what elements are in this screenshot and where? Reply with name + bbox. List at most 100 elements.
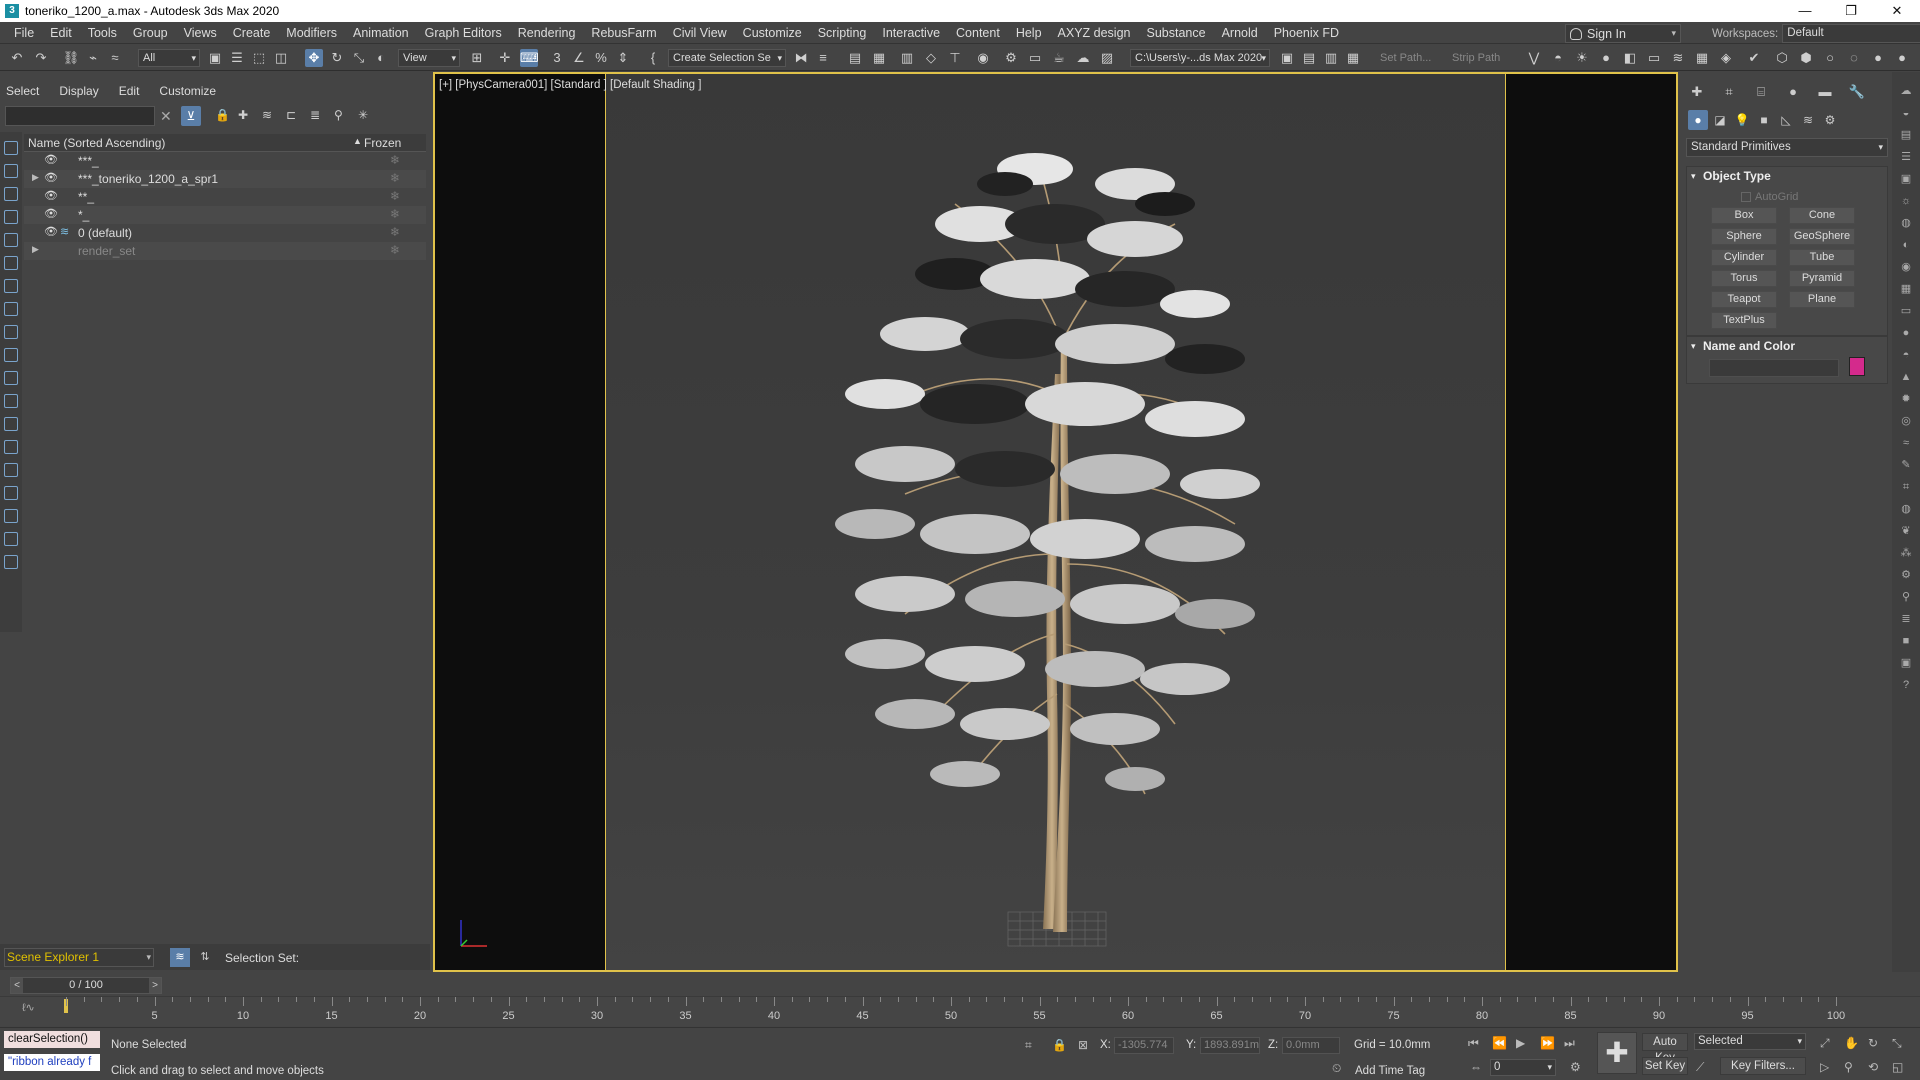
viewport[interactable]: [+] [PhysCamera001] [Standard ] [Default…: [433, 72, 1678, 972]
sort-by-hierarchy-icon[interactable]: ⊏: [286, 108, 296, 122]
maxscript-listener-input[interactable]: clearSelection(): [4, 1031, 100, 1048]
window-crossing-icon[interactable]: ◫: [272, 49, 290, 67]
menu-substance[interactable]: Substance: [1139, 26, 1214, 40]
x-coordinate-field[interactable]: -1305.774: [1114, 1037, 1174, 1054]
vray-sphere-icon[interactable]: ●: [1597, 49, 1615, 67]
orbit-camera-icon[interactable]: ⟲: [1868, 1060, 1878, 1074]
leaf-icon[interactable]: ❦: [1899, 524, 1913, 538]
time-config-icon[interactable]: ⚙: [1570, 1060, 1581, 1074]
minimize-icon[interactable]: —: [1782, 0, 1828, 22]
edit-named-selection-icon[interactable]: {: [644, 49, 662, 67]
menu-interactive[interactable]: Interactive: [874, 26, 948, 40]
eye-icon[interactable]: 👁: [44, 171, 58, 184]
display-none-icon[interactable]: [4, 463, 18, 477]
display-containers-icon[interactable]: [4, 348, 18, 362]
redo-icon[interactable]: ↷: [32, 49, 50, 67]
pan-view-icon[interactable]: ✋: [1844, 1036, 1859, 1050]
absolute-mode-icon[interactable]: ⊠: [1078, 1038, 1088, 1052]
vray-mtl-icon[interactable]: ◈: [1717, 49, 1735, 67]
percent-snap-icon[interactable]: %: [592, 49, 610, 67]
maximize-toggle-icon[interactable]: ◱: [1892, 1060, 1903, 1074]
menu-rebusfarm[interactable]: RebusFarm: [583, 26, 664, 40]
explorer-row[interactable]: 👁 **_ ❄: [24, 188, 426, 206]
explorer-row[interactable]: ▶ 👁 ***_toneriko_1200_a_spr1 ❄: [24, 170, 426, 188]
render-production-icon[interactable]: ☕: [1050, 49, 1068, 67]
dome-icon[interactable]: ◓: [1899, 348, 1913, 362]
eye-icon[interactable]: 👁: [44, 207, 58, 220]
render-setup-icon[interactable]: ⚙: [1002, 49, 1020, 67]
primitive-category-dropdown[interactable]: Standard Primitives: [1686, 138, 1888, 157]
space-warps-icon[interactable]: ≋: [1798, 110, 1818, 130]
menu-tools[interactable]: Tools: [80, 26, 125, 40]
explorer-row[interactable]: ▶ render_set ❄: [24, 242, 426, 260]
menu-modifiers[interactable]: Modifiers: [278, 26, 345, 40]
selection-lock-icon[interactable]: 🔒: [1052, 1038, 1067, 1052]
display-lights-icon[interactable]: [4, 187, 18, 201]
menu-customize[interactable]: Customize: [735, 26, 810, 40]
vray-mesh-export-icon[interactable]: ▦: [1693, 49, 1711, 67]
key-mode-dropdown[interactable]: Selected: [1694, 1033, 1806, 1050]
torus-button[interactable]: Torus: [1711, 270, 1777, 287]
tag-icon[interactable]: ⌗: [1899, 480, 1913, 494]
sun-icon[interactable]: ✹: [1899, 392, 1913, 406]
maxscript-listener-output[interactable]: "ribbon already f: [4, 1054, 100, 1071]
strip-path-button[interactable]: Strip Path: [1452, 52, 1500, 64]
helpers-icon[interactable]: ◺: [1776, 110, 1796, 130]
textplus-button[interactable]: TextPlus: [1711, 312, 1777, 329]
sort-by-layer-icon[interactable]: ≣: [310, 108, 320, 122]
expand-arrow-icon[interactable]: ▶: [32, 244, 39, 255]
menu-file[interactable]: File: [6, 26, 42, 40]
menu-scripting[interactable]: Scripting: [810, 26, 875, 40]
menu-views[interactable]: Views: [176, 26, 225, 40]
undo-icon[interactable]: ↶: [8, 49, 26, 67]
lock-icon[interactable]: 🔒: [215, 108, 230, 122]
add-time-tag[interactable]: Add Time Tag: [1355, 1065, 1425, 1077]
select-by-name-icon[interactable]: ☰: [228, 49, 246, 67]
help-icon[interactable]: ?: [1899, 678, 1913, 692]
workspace-select[interactable]: Default: [1782, 24, 1920, 43]
plane-icon[interactable]: ▭: [1899, 304, 1913, 318]
sphere-icon[interactable]: ●: [1899, 326, 1913, 340]
clear-search-icon[interactable]: ✕: [160, 108, 172, 125]
material-editor-icon[interactable]: ◉: [974, 49, 992, 67]
filter-icon[interactable]: ⊻: [181, 106, 201, 126]
snowflake-icon[interactable]: ❄: [390, 243, 400, 257]
previous-frame-icon[interactable]: <: [11, 978, 23, 993]
vray-plane-icon[interactable]: ▭: [1645, 49, 1663, 67]
display-cameras-icon[interactable]: [4, 210, 18, 224]
menu-content[interactable]: Content: [948, 26, 1008, 40]
rendered-frame-window-icon[interactable]: ▭: [1026, 49, 1044, 67]
shapes-icon[interactable]: ◪: [1710, 110, 1730, 130]
explorer-row[interactable]: 👁 ≋ 0 (default) ❄: [24, 224, 426, 242]
z-coordinate-field[interactable]: 0.0mm: [1282, 1037, 1340, 1054]
time-slider[interactable]: 0 / 100 < >: [10, 977, 162, 994]
key-filters-button[interactable]: Key Filters...: [1720, 1057, 1806, 1075]
eye-icon[interactable]: 👁: [44, 153, 58, 166]
menu-rendering[interactable]: Rendering: [510, 26, 584, 40]
display-all-icon[interactable]: [4, 440, 18, 454]
menu-animation[interactable]: Animation: [345, 26, 417, 40]
viewport-label[interactable]: [+] [PhysCamera001] [Standard ] [Default…: [439, 79, 701, 91]
snowflake-icon[interactable]: ❄: [390, 153, 400, 167]
plane-button[interactable]: Plane: [1789, 291, 1855, 308]
stack-icon[interactable]: ≣: [1899, 612, 1913, 626]
cone-button[interactable]: Cone: [1789, 207, 1855, 224]
menu-group[interactable]: Group: [125, 26, 176, 40]
track-bar[interactable]: ℓ∿ 5 10 15 20 25 30 35 40 45 50 55 60 65 70 75 80 85 90 95…: [0, 996, 1920, 1026]
snowflake-icon[interactable]: ❄: [390, 189, 400, 203]
display-groups-icon[interactable]: [4, 279, 18, 293]
grass-icon[interactable]: ⁂: [1899, 546, 1913, 560]
display-spacewarps-icon[interactable]: [4, 256, 18, 270]
tool-e-icon[interactable]: ●: [1869, 49, 1887, 67]
display-children-icon[interactable]: ⚲: [334, 108, 343, 122]
render-element-icon[interactable]: ◒: [1899, 106, 1913, 120]
shadow-icon[interactable]: ◐: [1899, 238, 1913, 252]
snowflake-icon[interactable]: ❄: [390, 225, 400, 239]
material-icon[interactable]: ◉: [1899, 260, 1913, 274]
object-name-field[interactable]: [1709, 359, 1839, 377]
add-to-layer-icon[interactable]: ≋: [262, 108, 272, 122]
explorer-search-input[interactable]: [5, 106, 155, 126]
search-icon[interactable]: ⚲: [1899, 590, 1913, 604]
vray-light-icon[interactable]: ☀: [1573, 49, 1591, 67]
display-helpers-icon[interactable]: [4, 233, 18, 247]
